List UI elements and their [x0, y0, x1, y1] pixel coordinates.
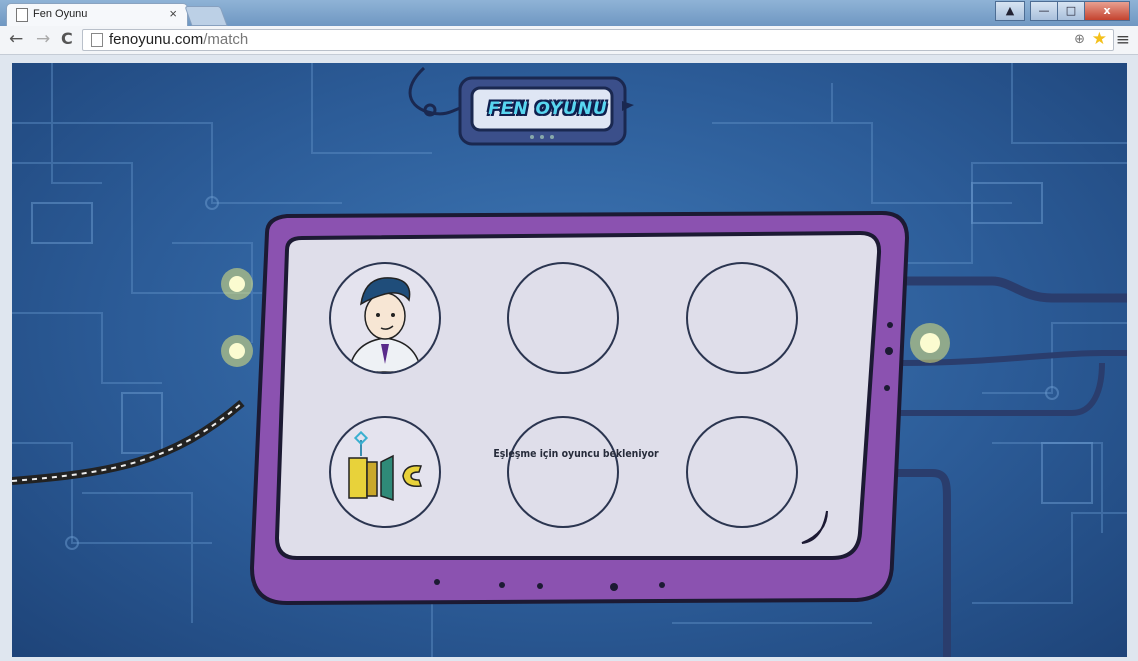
url-path: /match — [203, 31, 249, 48]
tab-close-button[interactable]: × — [169, 6, 177, 21]
zoom-icon[interactable]: ⊕ — [1074, 32, 1085, 47]
player-slot-2[interactable] — [507, 262, 619, 374]
url-text: fenoyunu.com/match — [109, 31, 248, 48]
browser-tab[interactable]: Fen Oyunu × — [6, 3, 188, 27]
minimize-button[interactable]: — — [1030, 1, 1058, 21]
player-slot-5[interactable] — [507, 416, 619, 528]
back-icon[interactable]: ← — [9, 29, 23, 49]
reload-icon[interactable]: C — [61, 29, 73, 49]
player-slot-1[interactable] — [329, 262, 441, 374]
page-info-icon[interactable] — [91, 33, 103, 47]
bookmark-star-icon[interactable]: ★ — [1092, 29, 1107, 49]
address-bar[interactable]: fenoyunu.com/match ⊕ ★ — [82, 29, 1114, 51]
game-stage: FEN OYUNU Eşleşme için oyuncu bekleniyor — [12, 63, 1127, 657]
player-slot-6[interactable] — [686, 416, 798, 528]
boy-scientist-avatar — [348, 277, 422, 372]
window-controls: ▲ — □ x — [995, 1, 1130, 21]
game-logo: FEN OYUNU — [470, 81, 635, 145]
title-bar: Fen Oyunu × ▲ — □ x — [0, 0, 1138, 27]
page-icon — [16, 8, 28, 22]
player-slot-3[interactable] — [686, 262, 798, 374]
url-host: fenoyunu.com — [109, 31, 204, 48]
tab-title: Fen Oyunu — [33, 8, 88, 20]
new-tab-button[interactable] — [184, 6, 228, 26]
forward-icon[interactable]: → — [36, 29, 50, 49]
matchmaking-status: Eşleşme için oyuncu bekleniyor — [493, 447, 659, 460]
close-button[interactable]: x — [1084, 1, 1130, 21]
magnet-robot-avatar — [348, 430, 423, 502]
user-icon[interactable]: ▲ — [995, 1, 1025, 21]
maximize-button[interactable]: □ — [1057, 1, 1085, 21]
browser-toolbar: ← → C fenoyunu.com/match ⊕ ★ ≡ — [0, 26, 1138, 55]
player-slot-4[interactable] — [329, 416, 441, 528]
menu-icon[interactable]: ≡ — [1116, 30, 1130, 50]
logo-text: FEN OYUNU — [488, 99, 608, 119]
